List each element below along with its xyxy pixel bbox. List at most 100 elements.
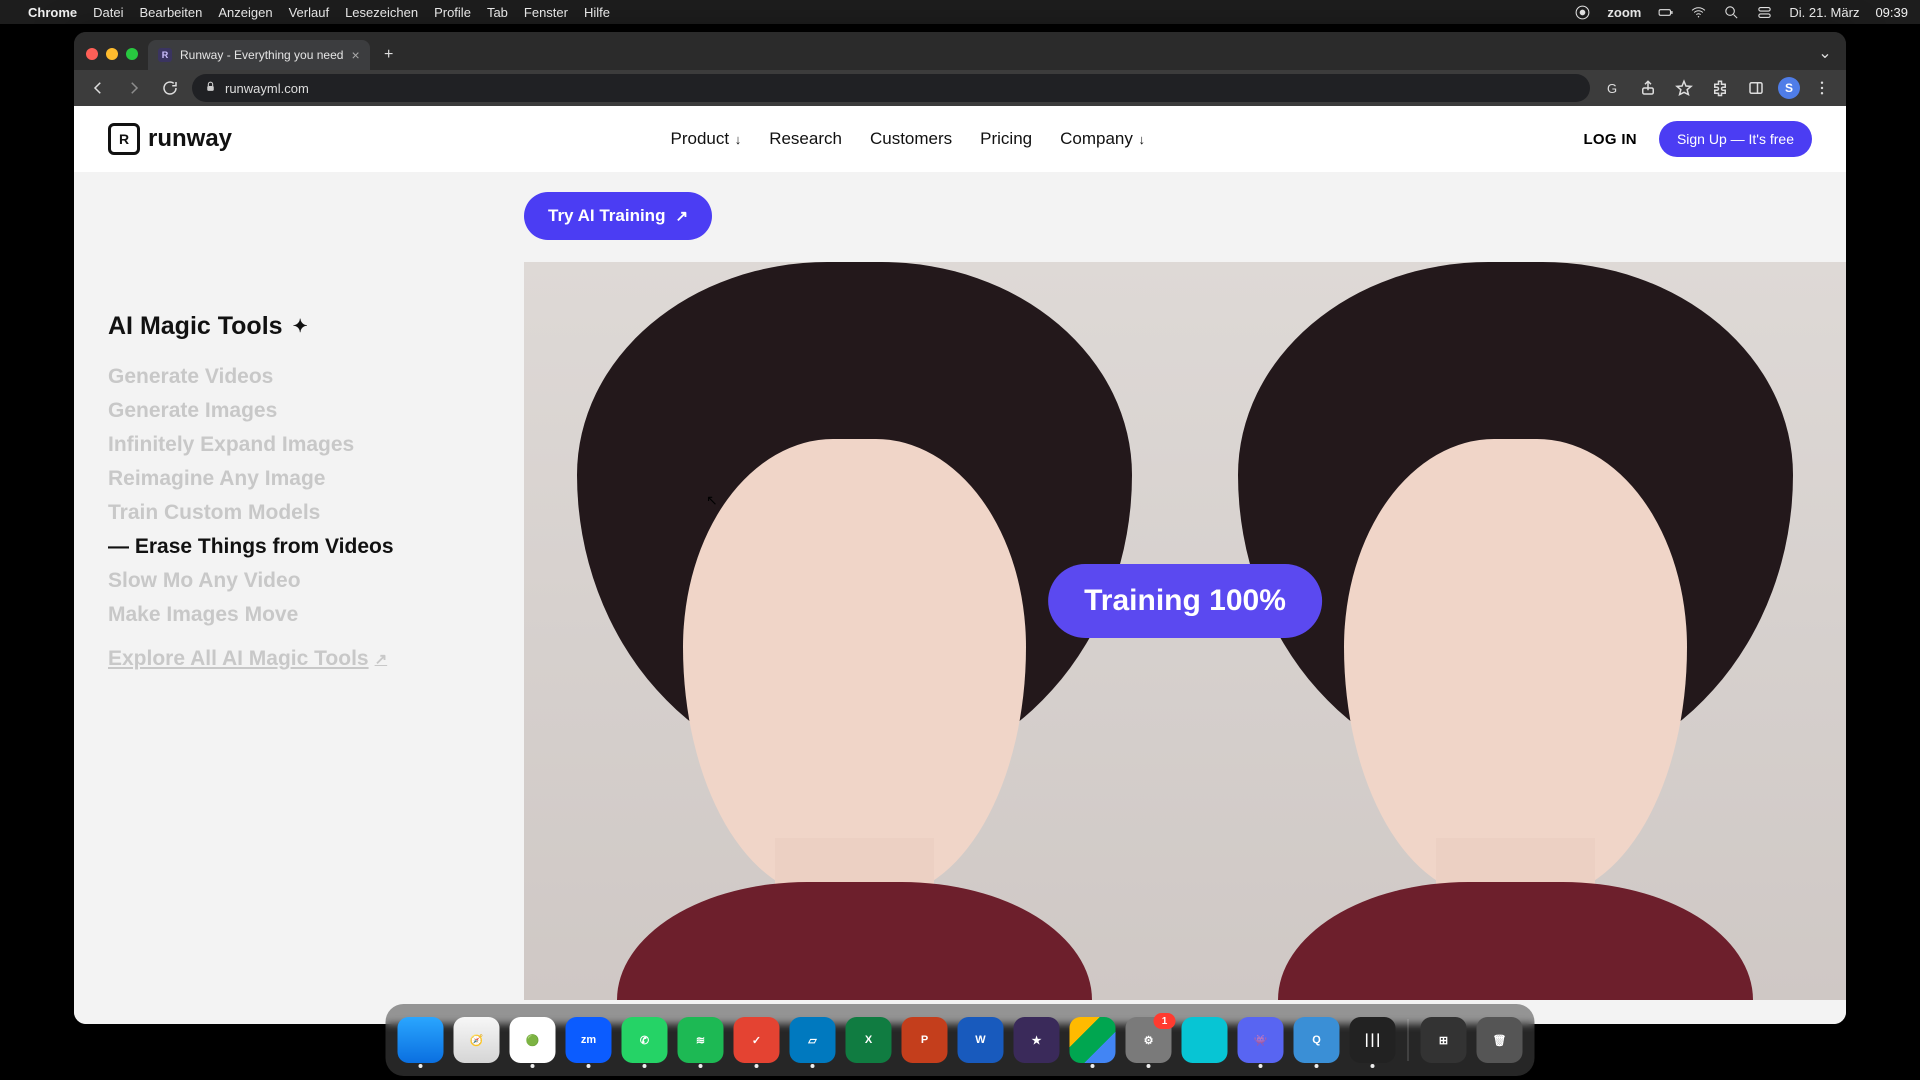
- dock-app-zoom[interactable]: zm: [566, 1017, 612, 1063]
- dock-app-voicememos[interactable]: ⎮⎮⎮: [1350, 1017, 1396, 1063]
- new-tab-button[interactable]: +: [376, 42, 402, 68]
- window-controls: [86, 48, 138, 60]
- tab-close-icon[interactable]: ×: [351, 47, 359, 63]
- menu-lesezeichen[interactable]: Lesezeichen: [345, 5, 418, 20]
- dock-app-word[interactable]: W: [958, 1017, 1004, 1063]
- extensions-icon[interactable]: [1706, 74, 1734, 102]
- sidebar-item-6[interactable]: Slow Mo Any Video: [108, 569, 468, 593]
- app-menu[interactable]: Chrome: [28, 5, 77, 20]
- arrow-up-right-icon: ↗: [675, 207, 688, 225]
- window-minimize[interactable]: [106, 48, 118, 60]
- sidebar-title: AI Magic Tools ✦: [108, 312, 468, 341]
- sidebar-item-4[interactable]: Train Custom Models: [108, 501, 468, 525]
- google-account-icon[interactable]: G: [1598, 74, 1626, 102]
- window-zoom[interactable]: [126, 48, 138, 60]
- page-viewport: R runway Product ↓ Research Customers Pr…: [74, 106, 1846, 1024]
- chrome-toolbar: runwayml.com G S: [74, 70, 1846, 106]
- menu-hilfe[interactable]: Hilfe: [584, 5, 610, 20]
- menu-tab[interactable]: Tab: [487, 5, 508, 20]
- dock-app-safari[interactable]: 🧭: [454, 1017, 500, 1063]
- dock-app-powerpoint[interactable]: P: [902, 1017, 948, 1063]
- chrome-tab-strip: R Runway - Everything you need × + ⌄: [74, 32, 1846, 70]
- dock-app-excel[interactable]: X: [846, 1017, 892, 1063]
- tab-favicon: R: [158, 48, 172, 62]
- sidebar-item-3[interactable]: Reimagine Any Image: [108, 467, 468, 491]
- side-panel-icon[interactable]: [1742, 74, 1770, 102]
- dock-app-discord[interactable]: 👾: [1238, 1017, 1284, 1063]
- training-progress-badge: Training 100%: [1048, 564, 1322, 638]
- menu-fenster[interactable]: Fenster: [524, 5, 568, 20]
- site-header: R runway Product ↓ Research Customers Pr…: [74, 106, 1846, 173]
- nav-pricing[interactable]: Pricing: [980, 129, 1032, 149]
- sidebar-item-1[interactable]: Generate Images: [108, 399, 468, 423]
- dock-app-chrome[interactable]: 🟢: [510, 1017, 556, 1063]
- battery-icon[interactable]: [1657, 4, 1674, 21]
- sidebar-item-0[interactable]: Generate Videos: [108, 365, 468, 389]
- share-icon[interactable]: [1634, 74, 1662, 102]
- forward-button[interactable]: [120, 74, 148, 102]
- dock-app-drive[interactable]: [1070, 1017, 1116, 1063]
- sidebar-item-explore[interactable]: Explore All AI Magic Tools ↗: [108, 647, 387, 671]
- chevron-down-icon: ↓: [1135, 132, 1145, 147]
- address-bar[interactable]: runwayml.com: [192, 74, 1590, 102]
- nav-product[interactable]: Product ↓: [670, 129, 741, 149]
- dock-app-settings[interactable]: ⚙1: [1126, 1017, 1172, 1063]
- bookmark-icon[interactable]: [1670, 74, 1698, 102]
- sidebar-item-7[interactable]: Make Images Move: [108, 603, 468, 627]
- nav-research[interactable]: Research: [769, 129, 842, 149]
- dock-app-spotify[interactable]: ≋: [678, 1017, 724, 1063]
- nav-customers[interactable]: Customers: [870, 129, 952, 149]
- arrow-up-right-icon: ↗: [375, 650, 388, 668]
- menubar-time[interactable]: 09:39: [1875, 5, 1908, 20]
- menu-bearbeiten[interactable]: Bearbeiten: [139, 5, 202, 20]
- menubar-date[interactable]: Di. 21. März: [1789, 5, 1859, 20]
- logo-mark-icon: R: [108, 123, 140, 155]
- notification-badge: 1: [1154, 1013, 1176, 1029]
- magic-wand-icon: ✦: [293, 316, 308, 337]
- hero-preview-image: ↖ Training 100%: [524, 262, 1846, 1000]
- chrome-window: R Runway - Everything you need × + ⌄ run…: [74, 32, 1846, 1024]
- magic-tools-sidebar: AI Magic Tools ✦ Generate Videos Generate…: [108, 312, 468, 681]
- dock-app-todoist[interactable]: ✓: [734, 1017, 780, 1063]
- tabs-dropdown-button[interactable]: ⌄: [1812, 40, 1838, 66]
- sidebar-item-5[interactable]: Erase Things from Videos: [108, 535, 468, 559]
- page-body: Try AI Training ↗ AI Magic Tools ✦ Gener…: [74, 172, 1846, 1024]
- dock-app-imovie[interactable]: ★: [1014, 1017, 1060, 1063]
- dock-app-finder[interactable]: [398, 1017, 444, 1063]
- dock-app-quicktime[interactable]: Q: [1294, 1017, 1340, 1063]
- cta-label: Try AI Training: [548, 206, 665, 226]
- menu-profile[interactable]: Profile: [434, 5, 471, 20]
- menu-datei[interactable]: Datei: [93, 5, 123, 20]
- wifi-icon[interactable]: [1690, 4, 1707, 21]
- address-bar-url: runwayml.com: [225, 81, 309, 96]
- spotlight-icon[interactable]: [1723, 4, 1740, 21]
- browser-tab[interactable]: R Runway - Everything you need ×: [148, 40, 370, 70]
- control-center-icon[interactable]: [1756, 4, 1773, 21]
- lock-icon: [204, 80, 217, 96]
- menu-verlauf[interactable]: Verlauf: [289, 5, 329, 20]
- login-link[interactable]: LOG IN: [1583, 131, 1636, 148]
- tab-title: Runway - Everything you need: [180, 48, 343, 62]
- window-close[interactable]: [86, 48, 98, 60]
- dock-app-calculator[interactable]: ⊞: [1421, 1017, 1467, 1063]
- site-nav: Product ↓ Research Customers Pricing Com…: [670, 129, 1145, 149]
- macos-dock: 🧭🟢zm✆≋✓▱XPW★ ⚙1 👾Q⎮⎮⎮ ⊞🗑: [386, 1004, 1535, 1076]
- dock-app-whatsapp[interactable]: ✆: [622, 1017, 668, 1063]
- nav-company[interactable]: Company ↓: [1060, 129, 1145, 149]
- profile-avatar[interactable]: S: [1778, 77, 1800, 99]
- macos-menu-bar: Chrome Datei Bearbeiten Anzeigen Verlauf…: [0, 0, 1920, 24]
- site-actions: LOG IN Sign Up — It's free: [1583, 121, 1812, 157]
- zoom-status[interactable]: zoom: [1607, 5, 1641, 20]
- site-logo[interactable]: R runway: [108, 123, 232, 155]
- reload-button[interactable]: [156, 74, 184, 102]
- dock-app-trash[interactable]: 🗑: [1477, 1017, 1523, 1063]
- signup-button[interactable]: Sign Up — It's free: [1659, 121, 1812, 157]
- dock-app-trello[interactable]: ▱: [790, 1017, 836, 1063]
- chrome-menu-icon[interactable]: [1808, 74, 1836, 102]
- menu-anzeigen[interactable]: Anzeigen: [218, 5, 272, 20]
- back-button[interactable]: [84, 74, 112, 102]
- record-icon[interactable]: [1574, 4, 1591, 21]
- try-ai-training-button[interactable]: Try AI Training ↗: [524, 192, 712, 240]
- sidebar-item-2[interactable]: Infinitely Expand Images: [108, 433, 468, 457]
- dock-app-app[interactable]: [1182, 1017, 1228, 1063]
